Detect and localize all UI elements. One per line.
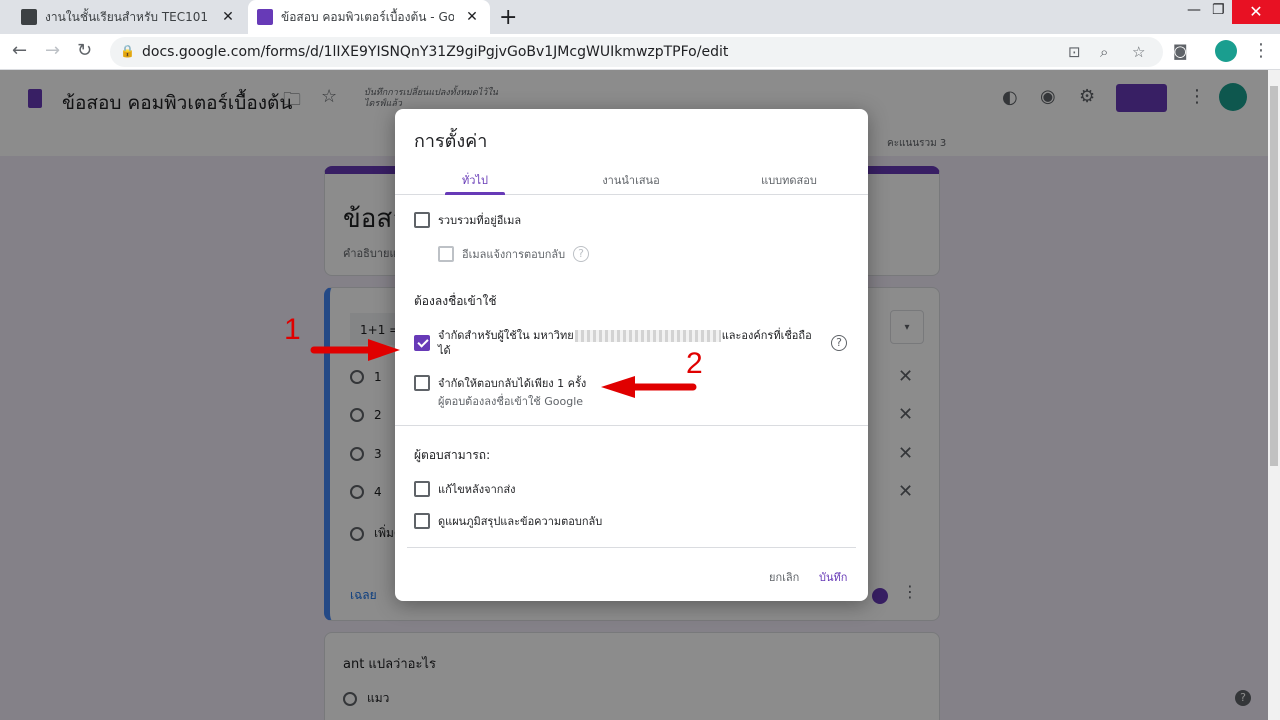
- tab-general[interactable]: ทั่วไป: [445, 171, 505, 189]
- tab-presentation[interactable]: งานนำเสนอ: [591, 171, 671, 189]
- restrict-users-checkbox[interactable]: [414, 335, 430, 351]
- new-tab-button[interactable]: +: [499, 5, 517, 30]
- help-circle-icon[interactable]: ?: [831, 335, 847, 351]
- camera-icon[interactable]: ◙: [1173, 42, 1188, 60]
- url-text: docs.google.com/forms/d/1lIXE9YISNQnY31Z…: [142, 44, 729, 60]
- tab-quizzes[interactable]: แบบทดสอบ: [747, 171, 831, 189]
- page-scrollbar[interactable]: [1268, 70, 1280, 720]
- profile-avatar[interactable]: [1215, 40, 1237, 62]
- signin-section-heading: ต้องลงชื่อเข้าใช้: [414, 294, 497, 308]
- window-close-button[interactable]: ✕: [1232, 0, 1280, 24]
- see-summary-checkbox[interactable]: [414, 513, 430, 529]
- tab-title: ข้อสอบ คอมพิวเตอร์เบื้องต้น - Google: [281, 9, 454, 24]
- reload-button[interactable]: ↻: [77, 40, 92, 61]
- collect-email-checkbox[interactable]: [414, 212, 430, 228]
- respondents-section-heading: ผู้ตอบสามารถ:: [414, 448, 491, 462]
- collect-email-label: รวบรวมที่อยู่อีเมล: [438, 214, 522, 227]
- tab-strip: งานในชั้นเรียนสำหรับ TEC101 1 ✕ ข้อสอบ ค…: [0, 0, 1280, 34]
- forms-icon: [257, 9, 273, 25]
- edit-after-submit-checkbox[interactable]: [414, 481, 430, 497]
- active-tab-indicator: [445, 192, 505, 195]
- settings-dialog: การตั้งค่า ทั่วไป งานนำเสนอ แบบทดสอบ รวบ…: [395, 109, 868, 601]
- response-receipts-label: อีเมลแจ้งการตอบกลับ: [462, 248, 566, 261]
- redacted-text: [574, 330, 721, 342]
- tab-forms[interactable]: ข้อสอบ คอมพิวเตอร์เบื้องต้น - Google ✕: [248, 0, 490, 34]
- tab-title: งานในชั้นเรียนสำหรับ TEC101 1: [45, 9, 210, 24]
- zoom-icon[interactable]: ⌕: [1100, 43, 1108, 61]
- translate-icon[interactable]: ⊡: [1068, 43, 1081, 61]
- response-receipts-checkbox[interactable]: [438, 246, 454, 262]
- restrict-users-label: จำกัดสำหรับผู้ใช้ใน มหาวิทย และองค์กรที่เ…: [438, 329, 812, 357]
- footer-divider: [407, 547, 856, 548]
- limit-one-response-sublabel: ผู้ตอบต้องลงชื่อเข้าใช้ Google: [438, 395, 584, 408]
- cancel-button[interactable]: ยกเลิก: [769, 568, 799, 586]
- restore-button[interactable]: ❐: [1212, 2, 1225, 18]
- annotation-number-1: 1: [284, 313, 301, 346]
- edit-after-submit-label: แก้ไขหลังจากส่ง: [438, 483, 516, 496]
- back-button[interactable]: ←: [12, 40, 27, 61]
- browser-toolbar: ← → ↻ 🔒 docs.google.com/forms/d/1lIXE9YI…: [0, 34, 1280, 70]
- tab-classroom[interactable]: งานในชั้นเรียนสำหรับ TEC101 1 ✕: [12, 0, 246, 34]
- section-divider: [395, 425, 868, 426]
- close-icon[interactable]: ✕: [464, 9, 480, 25]
- limit-one-response-label: จำกัดให้ตอบกลับได้เพียง 1 ครั้ง: [438, 377, 587, 390]
- dialog-tabs: ทั่วไป งานนำเสนอ แบบทดสอบ: [395, 163, 868, 195]
- annotation-arrow-1: [310, 339, 400, 361]
- dialog-title: การตั้งค่า: [414, 131, 488, 152]
- address-bar[interactable]: 🔒 docs.google.com/forms/d/1lIXE9YISNQnY3…: [110, 37, 1163, 67]
- forward-button[interactable]: →: [45, 40, 60, 61]
- minimize-button[interactable]: —: [1187, 2, 1201, 18]
- limit-one-response-checkbox[interactable]: [414, 375, 430, 391]
- annotation-arrow-2: [601, 376, 697, 398]
- classroom-icon: [21, 9, 37, 25]
- save-button[interactable]: บันทึก: [819, 568, 847, 586]
- see-summary-label: ดูแผนภูมิสรุปและข้อความตอบกลับ: [438, 515, 603, 528]
- lock-icon: 🔒: [120, 44, 135, 58]
- chrome-menu-icon[interactable]: ⋮: [1252, 40, 1270, 61]
- bookmark-star-icon[interactable]: ☆: [1132, 43, 1145, 61]
- scrollbar-thumb[interactable]: [1270, 86, 1278, 466]
- close-icon[interactable]: ✕: [220, 9, 236, 25]
- help-circle-icon[interactable]: ?: [573, 246, 589, 262]
